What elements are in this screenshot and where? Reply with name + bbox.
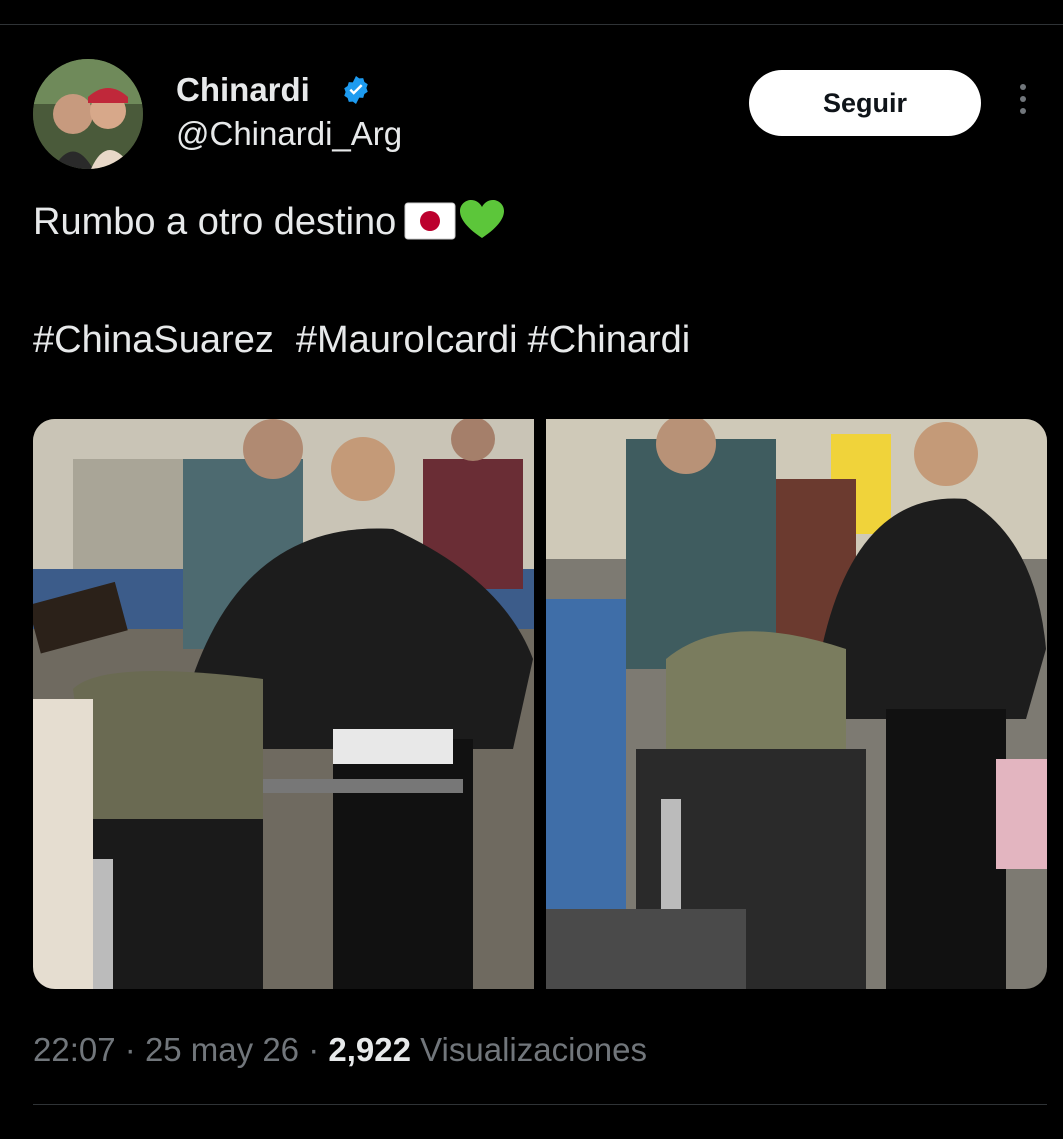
hashtag-link[interactable]: #MauroIcardi	[296, 319, 518, 361]
tweet-body: Rumbo a otro destino	[33, 201, 397, 243]
author-display-name[interactable]: Chinardi	[176, 70, 310, 110]
photo-image	[33, 419, 534, 989]
meta-separator: ·	[124, 1031, 136, 1068]
verified-badge-icon	[344, 76, 368, 104]
hashtag-list: #ChinaSuarez #MauroIcardi #Chinardi	[33, 316, 690, 364]
tweet-photo-1[interactable]	[33, 419, 534, 989]
bottom-divider	[33, 1104, 1047, 1105]
top-divider	[0, 24, 1063, 25]
tweet-date[interactable]: 25 may 26	[145, 1031, 299, 1068]
tweet-photo-2[interactable]	[546, 419, 1047, 989]
japan-flag-icon	[404, 202, 456, 240]
hashtag-link[interactable]: #Chinardi	[528, 319, 691, 361]
follow-button[interactable]: Seguir	[749, 70, 981, 136]
meta-separator: ·	[308, 1031, 320, 1068]
hashtag-link[interactable]: #ChinaSuarez	[33, 319, 274, 361]
views-label: Visualizaciones	[420, 1031, 647, 1068]
more-vertical-icon[interactable]	[1015, 84, 1031, 124]
tweet-meta: 22:07 · 25 may 26 · 2,922 Visualizacione…	[33, 1028, 647, 1072]
tweet-text: Rumbo a otro destino	[33, 198, 505, 246]
photo-image	[546, 419, 1047, 989]
views-count: 2,922	[328, 1031, 411, 1068]
tweet-time[interactable]: 22:07	[33, 1031, 116, 1068]
author-handle[interactable]: @Chinardi_Arg	[176, 114, 402, 154]
author-avatar[interactable]	[33, 59, 143, 169]
green-heart-icon	[460, 200, 505, 238]
